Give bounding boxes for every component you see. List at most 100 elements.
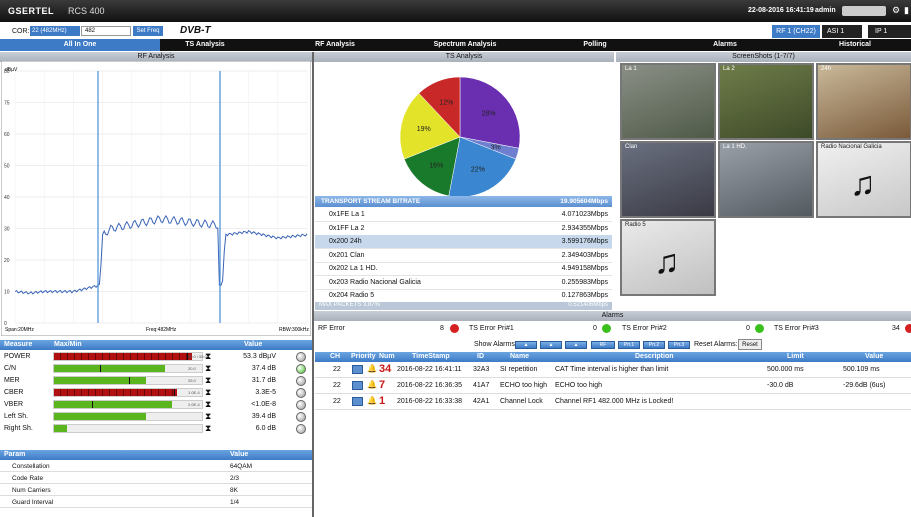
channel-screenshot[interactable]: Radio Nacional Galicia ♫ [816, 141, 911, 218]
status-dot [296, 376, 306, 386]
ts-service-row[interactable]: 0x202 La 1 HD. 4.949158Mbps [315, 262, 612, 276]
alarm-num: 1 [379, 395, 386, 407]
screens-title: ScreenShots (1-7/7) [616, 52, 911, 62]
measure-name: Right Sh. [4, 425, 33, 432]
ts-service-row[interactable]: 0x201 Clan 2.349403Mbps [315, 249, 612, 263]
service-rate: 2.934355Mbps [561, 224, 608, 232]
col-value: Value [865, 353, 884, 360]
logout-icon[interactable]: ▮ [904, 5, 909, 16]
alarm-row[interactable]: 22 🔔 1 2016-08-22 16:33:38 42A1 Channel Lock C… [315, 394, 911, 410]
alarm-row[interactable]: 22 🔔 34 2016-08-22 16:41:11 32A3 SI repetitio… [315, 362, 911, 378]
alarm-description: ECHO too high [555, 382, 603, 389]
tab-asi1[interactable]: ASI 1 [822, 25, 862, 38]
measure-row: CBER 1.0E-4 ⧗ 3.3E-5 [0, 387, 312, 399]
ts-service-row[interactable]: 0x200 24h 3.599176Mbps [315, 235, 612, 249]
hourglass-icon[interactable]: ⧗ [205, 387, 211, 398]
param-value: 8K [230, 487, 238, 494]
filter-pri1-button[interactable]: Pri.1 [618, 341, 640, 349]
channel-screenshot[interactable]: La 1 [620, 63, 716, 140]
service-rate: 2.349403Mbps [561, 251, 608, 259]
filter-pri2-button[interactable]: Pri.2 [643, 341, 665, 349]
ts-pri3-status-dot [905, 324, 911, 333]
y-tick-label: 20 [4, 258, 10, 264]
top-bar: GSERTEL RCS 400 22-08-2016 16:41:19 admi… [0, 0, 911, 22]
tab-ip1[interactable]: IP 1 [868, 25, 911, 38]
hourglass-icon[interactable]: ⧗ [205, 399, 211, 410]
measure-bar-fill [54, 353, 192, 360]
channel-screenshot[interactable]: 24h [816, 63, 911, 140]
hourglass-icon[interactable]: ⧗ [205, 411, 211, 422]
hourglass-icon[interactable]: ⧗ [205, 351, 211, 362]
reset-button[interactable]: Reset [738, 339, 762, 350]
alarm-limit: -30.0 dB [767, 382, 794, 389]
tab-alarms[interactable]: Alarms [680, 39, 770, 51]
col-id: ID [477, 353, 484, 360]
channel-screenshot[interactable]: La 2 [718, 63, 814, 140]
screenshot-caption: Clan [625, 144, 638, 150]
param-name: Code Rate [12, 475, 44, 482]
gear-icon[interactable]: ⚙ [892, 5, 900, 16]
filter-rf-button[interactable]: RF [591, 341, 615, 349]
alarm-value: 500.109 ms [843, 366, 880, 373]
measure-bar-fill [54, 401, 173, 408]
vertical-divider[interactable] [312, 52, 314, 517]
cor-label: COR: [12, 28, 30, 35]
measure-bar [53, 376, 203, 385]
ts-pri2-label: TS Error Pri#2 [622, 325, 667, 332]
measure-value: 31.7 dB [251, 377, 276, 384]
service-name: 0x1FE La 1 [329, 211, 365, 218]
filter-info-button[interactable]: ▲ [515, 341, 537, 349]
bell-icon: 🔔 [367, 364, 377, 373]
measure-bar [53, 388, 203, 397]
tab-spectrum-analysis[interactable]: Spectrum Analysis [420, 39, 510, 51]
freq-input[interactable]: 482 [81, 26, 131, 36]
status-dot [296, 400, 306, 410]
tv-icon [352, 381, 363, 390]
tab-polling[interactable]: Polling [550, 39, 640, 51]
channel-screenshot[interactable]: Clan [620, 141, 716, 218]
channel-screenshot[interactable]: Radio 5 ♫ [620, 219, 716, 296]
ts-pri1-status-dot [602, 324, 611, 333]
measure-col: Measure [4, 341, 33, 348]
param-value: 64QAM [230, 463, 253, 470]
ts-service-row[interactable]: 0x1FE La 1 4.071023Mbps [315, 208, 612, 222]
rf-spectrum-chart[interactable]: 80756050403020100 dBµV Span:20MHz Freq:4… [1, 61, 311, 336]
measure-bar [53, 364, 203, 373]
service-name: 0x200 24h [329, 238, 362, 245]
tab-rf-analysis[interactable]: RF Analysis [290, 39, 380, 51]
pie-label: 22% [471, 167, 485, 174]
param-row: Guard Interval 1/4 [0, 497, 312, 508]
service-name: 0x201 Clan [329, 251, 365, 259]
measure-bar [53, 412, 203, 421]
param-value: 2/3 [230, 475, 240, 482]
hourglass-icon[interactable]: ⧗ [205, 375, 211, 386]
ts-service-row[interactable]: 0x203 Radio Nacional Galicia 0.255983Mbps [315, 276, 612, 290]
y-tick-label: 50 [4, 164, 10, 170]
measure-row: C/N 20.0 ⧗ 37.4 dB [0, 363, 312, 375]
cor-select[interactable]: 22 (482MHz) [30, 26, 80, 36]
ts-pie-chart[interactable]: 28%3%22%16%19%12% [390, 72, 530, 202]
tab-all-in-one[interactable]: All In One [0, 39, 160, 51]
threshold-label: 2.0E-4 [188, 402, 200, 407]
hourglass-icon[interactable]: ⧗ [205, 363, 211, 374]
set-freq-button[interactable]: Set Freq [133, 26, 163, 36]
screenshot-caption: 24h [821, 66, 832, 72]
param-name: Num Carriers [12, 487, 51, 494]
channel-screenshot[interactable]: La 1 HD. [718, 141, 814, 218]
tab-rf1[interactable]: RF 1 (CH22) [772, 25, 820, 38]
filter-pri3-button[interactable]: Pri.3 [668, 341, 690, 349]
user-name[interactable]: admin [815, 7, 836, 14]
y-tick-label: 40 [4, 195, 10, 201]
alarm-row[interactable]: 22 🔔 7 2016-08-22 16:36:35 41A7 ECHO too high… [315, 378, 911, 394]
filter-warning-button[interactable]: ▲ [540, 341, 562, 349]
service-rate: 4.949158Mbps [561, 265, 608, 272]
music-note-icon: ♫ [850, 165, 876, 203]
ts-service-row[interactable]: 0x1FF La 2 2.934355Mbps [315, 222, 612, 236]
filter-error-button[interactable]: ▲ [565, 341, 587, 349]
tab-ts-analysis[interactable]: TS Analysis [160, 39, 250, 51]
header-search-input[interactable] [842, 6, 886, 16]
ts-service-row[interactable]: 0x204 Radio 5 0.127863Mbps [315, 289, 612, 303]
tab-historical[interactable]: Historical [810, 39, 900, 51]
col-num: Num [379, 353, 395, 360]
hourglass-icon[interactable]: ⧗ [205, 423, 211, 434]
